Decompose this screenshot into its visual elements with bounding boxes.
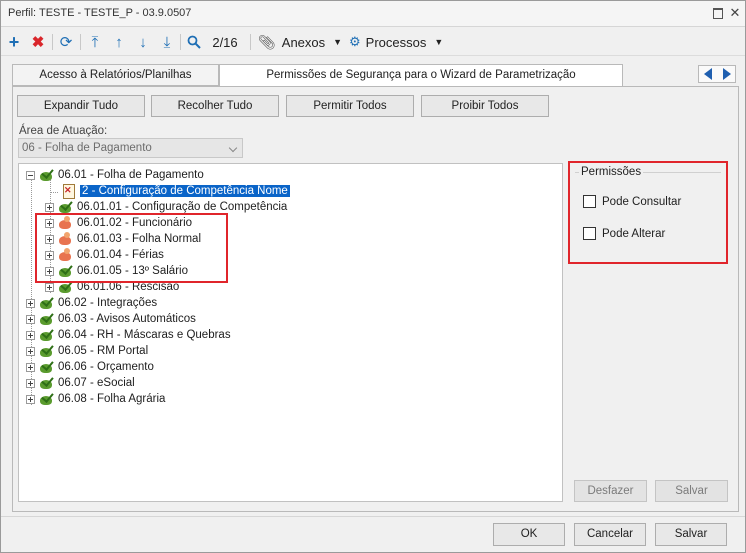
expand-toggle[interactable] xyxy=(45,282,54,292)
tree-node-label: 06.02 - Integrações xyxy=(58,297,158,309)
tree-node-06-08[interactable]: 06.08 - Folha Agrária xyxy=(26,391,165,407)
tree-node-label: 06.01 - Folha de Pagamento xyxy=(58,169,204,181)
expand-toggle[interactable] xyxy=(26,346,35,356)
denied-document-icon xyxy=(60,184,76,199)
permission-granted-icon xyxy=(38,360,54,374)
tab-acesso-relatorios[interactable]: Acesso à Relatórios/Planilhas xyxy=(12,64,219,86)
permission-granted-icon xyxy=(38,312,54,326)
gear-icon: ⚙ xyxy=(349,34,361,49)
tree-node-06-04[interactable]: 06.04 - RH - Máscaras e Quebras xyxy=(26,327,231,343)
main-window: Perfil: TESTE - TESTE_P - 03.9.0507 ✕ + … xyxy=(0,0,746,553)
area-atuacao-select[interactable]: 06 - Folha de Pagamento xyxy=(18,138,243,158)
expand-toggle[interactable] xyxy=(26,298,35,308)
processos-menu[interactable]: ⚙ Processos ▼ xyxy=(349,32,447,52)
permission-granted-icon xyxy=(38,344,54,358)
expand-toggle[interactable] xyxy=(45,202,54,212)
tree-connector xyxy=(50,192,58,193)
search-icon[interactable] xyxy=(185,32,203,52)
tree-node-label: 06.01.01 - Configuração de Competência xyxy=(77,201,288,213)
tab-permissoes-wizard[interactable]: Permissões de Segurança para o Wizard de… xyxy=(219,64,623,87)
permission-granted-icon xyxy=(38,296,54,310)
delete-icon[interactable]: ✖ xyxy=(30,32,46,52)
permission-granted-icon xyxy=(38,392,54,406)
expand-toggle[interactable] xyxy=(26,330,35,340)
tree-node-06-03[interactable]: 06.03 - Avisos Automáticos xyxy=(26,311,196,327)
title-bar: Perfil: TESTE - TESTE_P - 03.9.0507 ✕ xyxy=(1,1,745,27)
toolbar-separator xyxy=(80,34,81,50)
desfazer-button[interactable]: Desfazer xyxy=(574,480,647,502)
footer-divider xyxy=(1,516,745,517)
permission-granted-icon xyxy=(38,168,54,182)
tree-node-label: 06.07 - eSocial xyxy=(58,377,135,389)
toolbar-separator xyxy=(52,34,53,50)
next-record-icon[interactable]: ↓ xyxy=(135,32,151,52)
add-icon[interactable]: + xyxy=(6,32,22,52)
expand-toggle[interactable] xyxy=(26,378,35,388)
ok-button[interactable]: OK xyxy=(493,523,565,546)
tree-node-label: 2 - Configuração de Competência Nome xyxy=(80,185,290,197)
chevron-down-icon: ▼ xyxy=(333,37,343,47)
tree-node-label: 06.05 - RM Portal xyxy=(58,345,149,357)
processos-label: Processos xyxy=(365,34,427,50)
page-indicator: 2/16 xyxy=(212,34,238,50)
tree-node-06-05[interactable]: 06.05 - RM Portal xyxy=(26,343,148,359)
expand-toggle[interactable] xyxy=(26,394,35,404)
toolbar: + ✖ ⟳ ⤒ ↑ ↓ ⤓ 2/16 📎︎ Anexos ▼ ⚙ Process… xyxy=(1,28,745,56)
last-record-icon[interactable]: ⤓ xyxy=(159,32,175,52)
tree-node-label: 06.04 - RH - Máscaras e Quebras xyxy=(58,329,231,341)
anexos-menu[interactable]: 📎︎ Anexos ▼ xyxy=(258,32,346,52)
area-atuacao-label: Área de Atuação: xyxy=(19,125,108,137)
tree-highlight-box xyxy=(35,213,228,283)
tree-node-folha-pagamento[interactable]: 06.01 - Folha de Pagamento xyxy=(26,167,204,183)
tree-node-label: 06.03 - Avisos Automáticos xyxy=(58,313,196,325)
collapse-toggle[interactable] xyxy=(26,170,35,180)
tab-scroll-left-icon[interactable] xyxy=(704,68,712,80)
permitir-todos-button[interactable]: Permitir Todos xyxy=(286,95,414,117)
chevron-down-icon: ▼ xyxy=(434,37,444,47)
previous-record-icon[interactable]: ↑ xyxy=(111,32,127,52)
toolbar-separator xyxy=(180,34,181,50)
maximize-icon[interactable] xyxy=(711,6,725,20)
area-atuacao-value: 06 - Folha de Pagamento xyxy=(22,142,152,154)
expandir-tudo-button[interactable]: Expandir Tudo xyxy=(17,95,145,117)
refresh-icon[interactable]: ⟳ xyxy=(57,32,75,52)
close-icon[interactable]: ✕ xyxy=(728,6,742,20)
tree-node-06-06[interactable]: 06.06 - Orçamento xyxy=(26,359,154,375)
tab-strip: Acesso à Relatórios/Planilhas Permissões… xyxy=(12,64,739,87)
permission-granted-icon xyxy=(38,328,54,342)
first-record-icon[interactable]: ⤒ xyxy=(87,32,103,52)
chevron-down-icon xyxy=(228,143,238,153)
recolher-tudo-button[interactable]: Recolher Tudo xyxy=(151,95,279,117)
expand-toggle[interactable] xyxy=(26,314,35,324)
paperclip-icon: 📎︎ xyxy=(258,33,276,50)
permission-granted-icon xyxy=(57,200,73,214)
proibir-todos-button[interactable]: Proibir Todos xyxy=(421,95,549,117)
toolbar-separator xyxy=(250,34,251,50)
tree-node-config-competencia-nome[interactable]: 2 - Configuração de Competência Nome xyxy=(60,183,290,199)
cancelar-button[interactable]: Cancelar xyxy=(574,523,646,546)
anexos-label: Anexos xyxy=(281,34,326,50)
tree-node-06-02[interactable]: 06.02 - Integrações xyxy=(26,295,157,311)
tab-scroll-buttons xyxy=(698,65,736,83)
tree-node-06-07[interactable]: 06.07 - eSocial xyxy=(26,375,135,391)
tree-node-label: 06.06 - Orçamento xyxy=(58,361,154,373)
permission-granted-icon xyxy=(38,376,54,390)
permissions-highlight-box xyxy=(568,161,728,264)
window-title: Perfil: TESTE - TESTE_P - 03.9.0507 xyxy=(8,7,192,19)
tab-scroll-right-icon[interactable] xyxy=(723,68,731,80)
tree-node-label: 06.08 - Folha Agrária xyxy=(58,393,166,405)
footer-salvar-button[interactable]: Salvar xyxy=(655,523,727,546)
panel-salvar-button[interactable]: Salvar xyxy=(655,480,728,502)
expand-toggle[interactable] xyxy=(26,362,35,372)
